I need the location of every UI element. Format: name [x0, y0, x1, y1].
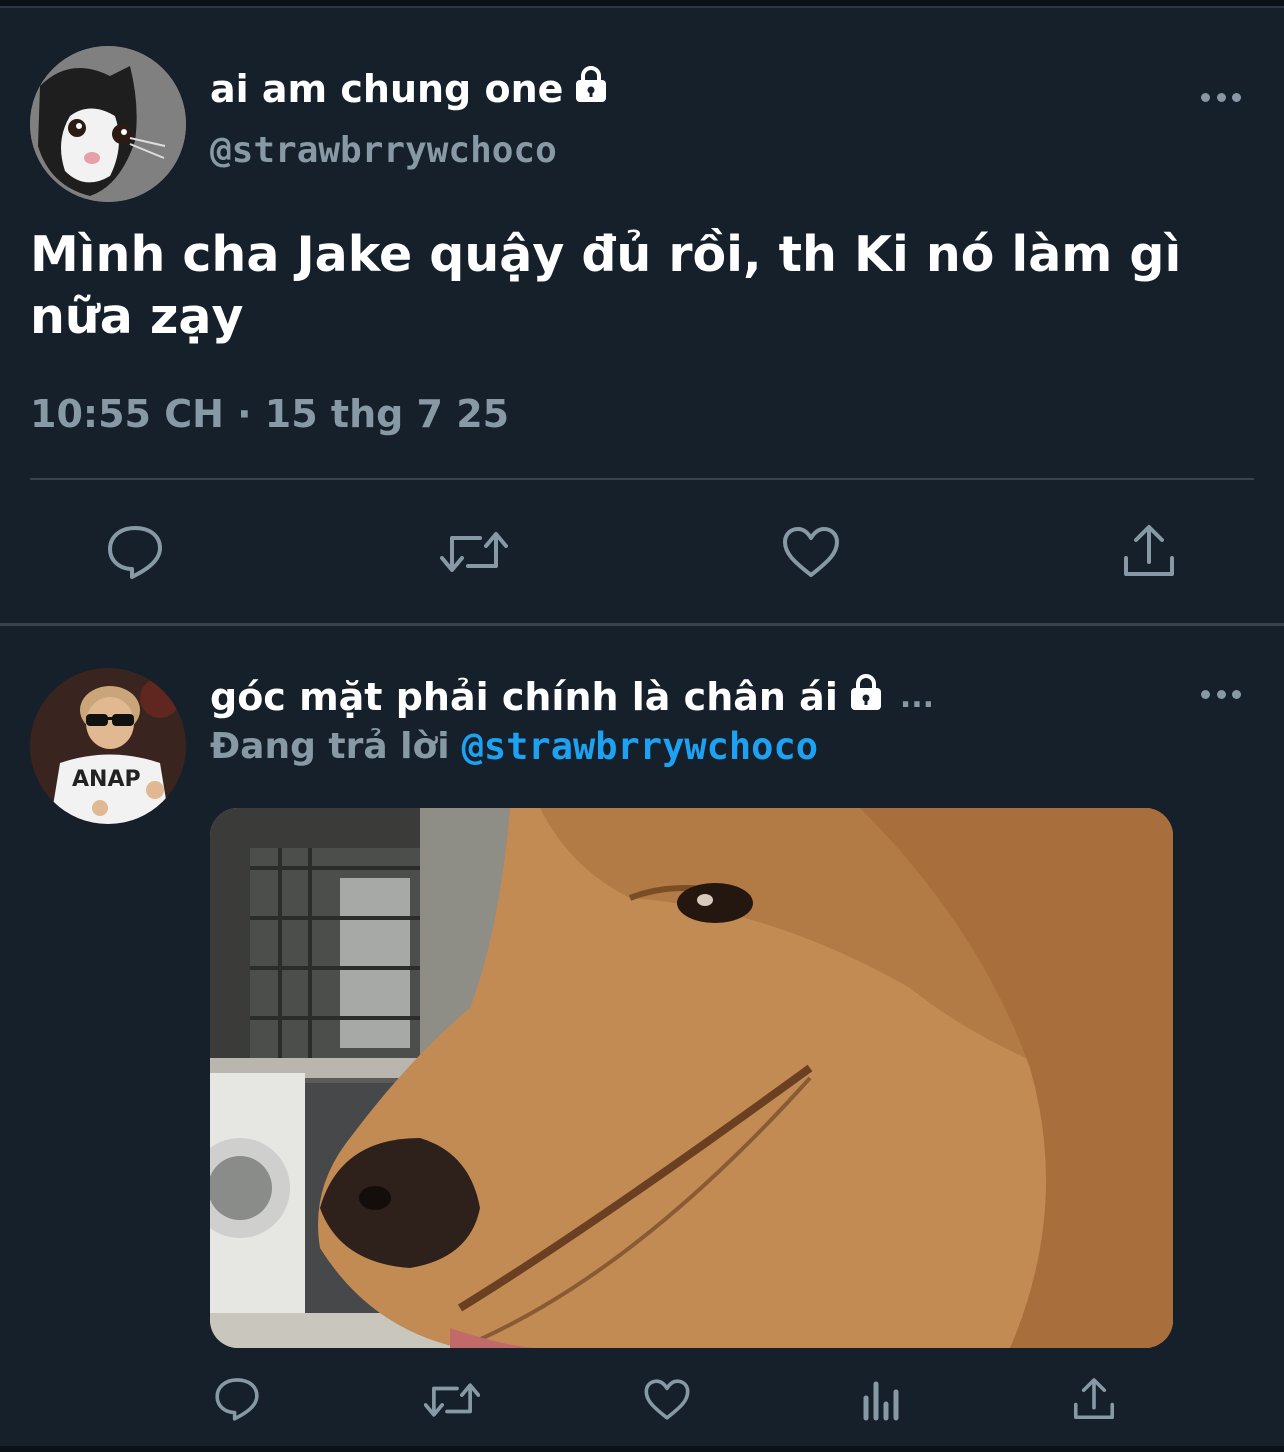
display-name[interactable]: ai am chung one [210, 67, 563, 111]
reply-display-name[interactable]: góc mặt phải chính là chân ái [210, 675, 838, 719]
divider [30, 478, 1254, 480]
reply-avatar[interactable]: ANAP [30, 668, 186, 824]
replying-to-handle[interactable]: @strawbrrywchoco [462, 725, 818, 768]
meta-separator: · [237, 392, 252, 436]
bottom-edge [0, 1446, 1284, 1452]
like-icon[interactable] [643, 1378, 691, 1421]
analytics-icon[interactable] [860, 1378, 904, 1422]
more-icon[interactable] [1201, 91, 1241, 103]
tweet-time: 10:55 CH [30, 392, 224, 436]
retweet-icon[interactable] [424, 1380, 480, 1420]
retweet-icon[interactable] [440, 528, 508, 576]
svg-text:ANAP: ANAP [72, 767, 141, 792]
reply-icon[interactable] [214, 1376, 260, 1422]
lock-icon [571, 65, 611, 114]
author-handle[interactable]: @strawbrrywchoco [210, 130, 557, 171]
tweet-media-photo[interactable] [210, 808, 1173, 1348]
boy-avatar-image: ANAP [30, 668, 186, 824]
tweet-text: Mình cha Jake quậy đủ rồi, th Ki nó làm … [30, 226, 1182, 345]
top-divider [0, 6, 1284, 8]
author-name[interactable]: ai am chung one [210, 64, 611, 114]
share-icon[interactable] [1122, 522, 1176, 580]
more-icon[interactable] [1201, 688, 1241, 700]
replying-to: Đang trả lời @strawbrrywchoco [210, 720, 818, 772]
dog-photo [210, 808, 1173, 1348]
tweet-separator [0, 623, 1284, 626]
like-icon[interactable] [781, 525, 841, 579]
cat-avatar-image [30, 46, 186, 202]
replying-label: Đang trả lời [210, 725, 450, 767]
reply-icon[interactable] [106, 524, 164, 580]
avatar[interactable] [30, 46, 186, 202]
share-icon[interactable] [1072, 1376, 1116, 1422]
lock-icon [846, 673, 886, 722]
tweet-date: 15 thg 7 25 [264, 392, 510, 436]
tweet-timestamp[interactable]: 10:55 CH · 15 thg 7 25 [30, 392, 509, 436]
reply-author-name[interactable]: góc mặt phải chính là chân ái ... [210, 672, 934, 722]
name-truncation: ... [899, 679, 935, 715]
